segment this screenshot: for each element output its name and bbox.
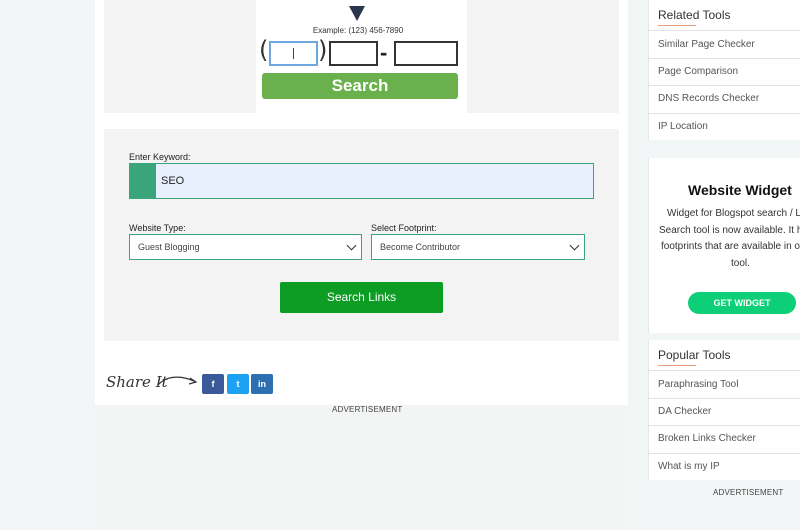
website-type-label: Website Type:: [129, 223, 186, 233]
keyword-label: Enter Keyword:: [129, 152, 191, 162]
widget-description-line: footprints that are available in o: [661, 241, 800, 252]
sidebar-advertisement-label: ADVERTISEMENT: [713, 488, 784, 497]
twitter-share-button[interactable]: t: [227, 374, 249, 394]
popular-tool-link[interactable]: DA Checker: [649, 398, 800, 425]
get-widget-button[interactable]: GET WIDGET: [688, 292, 796, 314]
related-tool-link[interactable]: Similar Page Checker: [649, 30, 800, 58]
related-tool-link[interactable]: IP Location: [649, 113, 800, 140]
footprint-label: Select Footprint:: [371, 223, 437, 233]
chevron-down-icon: [346, 240, 357, 251]
widget-description-line: Widget for Blogspot search / L: [667, 208, 800, 219]
advertisement-label: ADVERTISEMENT: [332, 405, 403, 414]
widget-description-line: Search tool is now available. It h: [659, 225, 800, 236]
widget-description-line: tool.: [731, 258, 750, 269]
related-tool-link[interactable]: Page Comparison: [649, 58, 800, 85]
open-paren: (: [259, 36, 269, 64]
facebook-share-button[interactable]: f: [202, 374, 224, 394]
title-underline: [658, 365, 696, 366]
related-tools-title: Related Tools: [658, 8, 731, 22]
chevron-down-icon: [569, 240, 580, 251]
keyword-input-accent: [130, 164, 156, 198]
phone-dash: -: [380, 40, 388, 65]
popular-tool-link[interactable]: Paraphrasing Tool: [649, 370, 800, 398]
close-paren: ): [318, 36, 328, 64]
popular-tools-title: Popular Tools: [658, 348, 731, 362]
footprint-value: Become Contributor: [380, 242, 461, 252]
popular-tool-link[interactable]: What is my IP: [649, 453, 800, 480]
popular-tool-link[interactable]: Broken Links Checker: [649, 425, 800, 453]
phone-example-text: Example: (123) 456-7890: [312, 26, 404, 35]
keyword-input-value: SEO: [161, 175, 185, 187]
footprint-select[interactable]: Become Contributor: [371, 234, 585, 260]
down-arrow-icon: [349, 6, 365, 21]
area-code-input[interactable]: [269, 41, 318, 66]
text-caret: [293, 48, 294, 59]
advertisement-area: [95, 405, 628, 530]
phone-search-button[interactable]: Search: [262, 73, 458, 99]
popular-tools-card: Popular Tools Paraphrasing Tool DA Check…: [648, 340, 800, 480]
related-tools-card: Related Tools Similar Page Checker Page …: [648, 0, 800, 140]
phone-line-input[interactable]: [394, 41, 458, 66]
title-underline: [658, 25, 696, 26]
search-links-button[interactable]: Search Links: [280, 282, 443, 313]
keyword-input[interactable]: SEO: [129, 163, 594, 199]
website-type-value: Guest Blogging: [138, 242, 200, 252]
linkedin-share-button[interactable]: in: [251, 374, 273, 394]
related-tool-link[interactable]: DNS Records Checker: [649, 85, 800, 113]
phone-prefix-input[interactable]: [329, 41, 378, 66]
website-type-select[interactable]: Guest Blogging: [129, 234, 362, 260]
widget-title: Website Widget: [688, 182, 792, 198]
curved-arrow-icon: [157, 376, 198, 386]
